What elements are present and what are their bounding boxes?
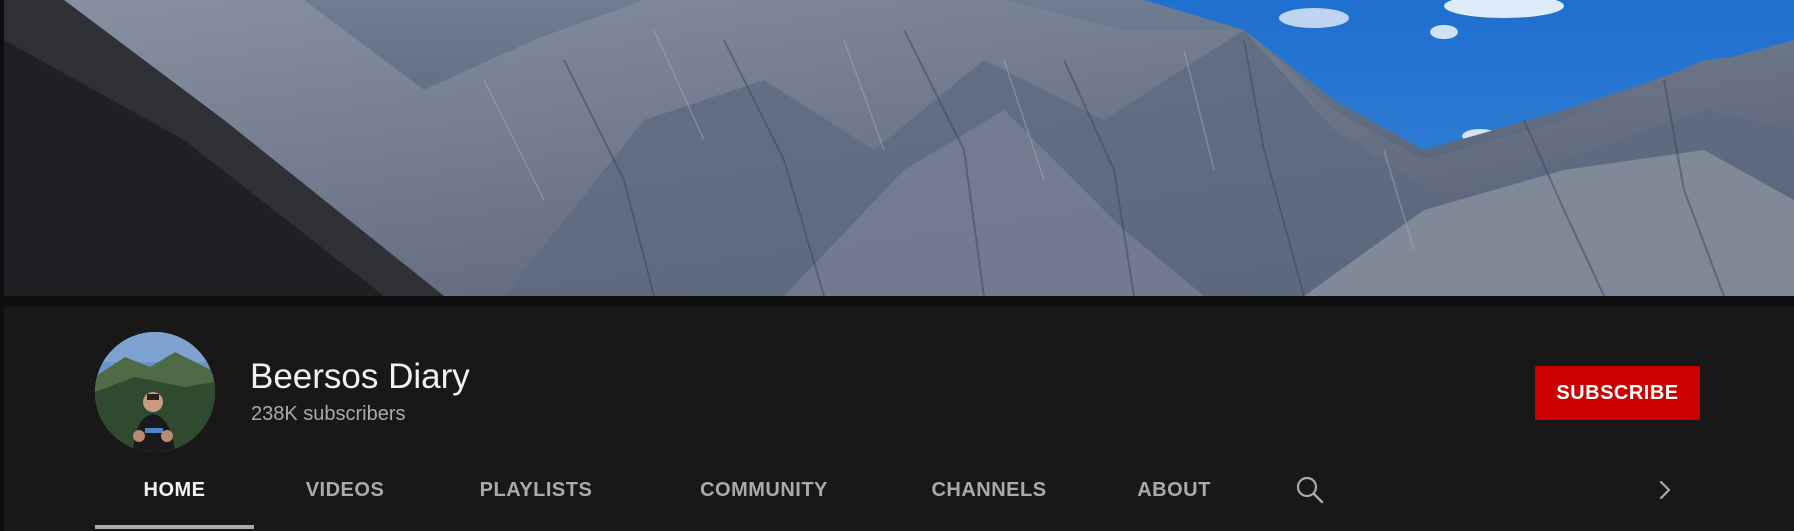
mountain-banner-image <box>4 0 1794 296</box>
tab-channels[interactable]: CHANNELS <box>899 452 1079 528</box>
subscriber-count: 238K subscribers <box>251 403 406 425</box>
tab-community[interactable]: COMMUNITY <box>664 452 864 528</box>
tab-videos[interactable]: VIDEOS <box>280 452 410 528</box>
channel-name: Beersos Diary <box>250 357 470 396</box>
tab-home[interactable]: HOME <box>95 452 254 528</box>
avatar-image <box>95 332 215 452</box>
channel-tabs: HOME VIDEOS PLAYLISTS COMMUNITY CHANNELS… <box>4 452 1794 531</box>
tab-about[interactable]: ABOUT <box>1109 452 1239 528</box>
tab-playlists[interactable]: PLAYLISTS <box>451 452 621 528</box>
channel-header: Beersos Diary 238K subscribers SUBSCRIBE… <box>4 307 1794 531</box>
search-icon[interactable] <box>1294 474 1326 506</box>
channel-page: Beersos Diary 238K subscribers SUBSCRIBE… <box>0 0 1794 531</box>
banner-divider <box>4 296 1794 307</box>
active-tab-indicator <box>95 525 254 529</box>
channel-banner <box>4 0 1794 296</box>
channel-avatar[interactable] <box>95 332 215 452</box>
subscribe-button[interactable]: SUBSCRIBE <box>1535 366 1700 420</box>
chevron-right-icon[interactable] <box>1652 477 1678 503</box>
